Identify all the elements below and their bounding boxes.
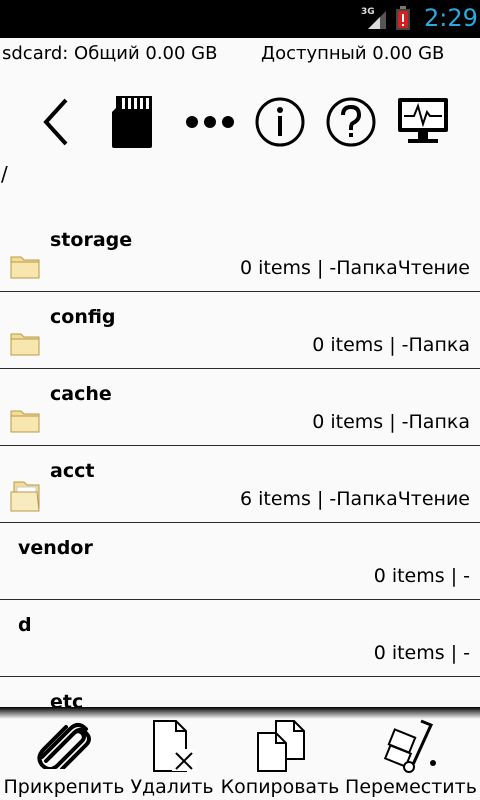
- attach-label: Прикрепить: [3, 776, 125, 798]
- folder-icon: [10, 333, 40, 356]
- item-info: 0 items | -Папка: [312, 411, 470, 433]
- list-item[interactable]: cache 0 items | -Папка: [0, 369, 480, 446]
- list-item[interactable]: acct 6 items | -ПапкаЧтение: [0, 446, 480, 523]
- move-button[interactable]: Переместить: [344, 719, 478, 800]
- more-dots-icon[interactable]: [184, 94, 236, 150]
- bottom-action-bar: Прикрепить Удалить Копировать Переместит…: [0, 707, 480, 800]
- list-item[interactable]: config 0 items | -Папка: [0, 292, 480, 369]
- current-path: /: [1, 162, 8, 186]
- item-name: acct: [50, 460, 95, 482]
- file-list[interactable]: storage 0 items | -ПапкаЧтение config 0 …: [0, 215, 480, 707]
- help-icon[interactable]: [325, 94, 377, 150]
- item-name: etc: [50, 691, 84, 707]
- back-arrow-icon[interactable]: [38, 94, 72, 150]
- info-icon[interactable]: [254, 94, 306, 150]
- item-info: 0 items | -Папка: [312, 334, 470, 356]
- folder-icon: [10, 410, 40, 433]
- item-info: 0 items | -: [373, 565, 470, 587]
- monitor-icon[interactable]: [396, 94, 450, 150]
- storage-total: sdcard: Общий 0.00 GB: [2, 43, 218, 64]
- sdcard-icon[interactable]: [108, 94, 156, 150]
- list-item[interactable]: vendor 0 items | -: [0, 523, 480, 600]
- item-info: 6 items | -ПапкаЧтение: [239, 488, 470, 510]
- list-item[interactable]: etc: [0, 677, 480, 707]
- item-info: 0 items | -: [373, 642, 470, 664]
- item-name: config: [50, 306, 116, 328]
- list-item[interactable]: storage 0 items | -ПапкаЧтение: [0, 215, 480, 292]
- delete-label: Удалить: [130, 776, 214, 798]
- copy-icon: [257, 720, 305, 772]
- move-label: Переместить: [345, 776, 477, 798]
- hand-truck-icon: [383, 719, 436, 773]
- folder-icon: [10, 256, 40, 279]
- copy-label: Копировать: [220, 776, 340, 798]
- folder-open-icon: [10, 481, 40, 512]
- clock: 2:29: [424, 4, 478, 32]
- storage-info: sdcard: Общий 0.00 GB Доступный 0.00 GB: [0, 43, 480, 67]
- paperclip-icon: [37, 723, 91, 769]
- item-name: vendor: [18, 537, 93, 559]
- delete-button[interactable]: Удалить: [128, 719, 216, 800]
- attach-button[interactable]: Прикрепить: [2, 719, 126, 800]
- delete-file-icon: [153, 720, 196, 772]
- bar-shadow: [0, 707, 480, 719]
- storage-available: Доступный 0.00 GB: [261, 43, 445, 64]
- status-bar: 3G 2:29: [0, 0, 480, 38]
- item-name: d: [18, 614, 32, 636]
- item-name: cache: [50, 383, 112, 405]
- signal-icon: [368, 11, 386, 29]
- list-item[interactable]: d 0 items | -: [0, 600, 480, 677]
- battery-icon: [396, 6, 410, 30]
- item-name: storage: [50, 229, 133, 251]
- copy-button[interactable]: Копировать: [218, 719, 342, 800]
- item-info: 0 items | -ПапкаЧтение: [239, 257, 470, 279]
